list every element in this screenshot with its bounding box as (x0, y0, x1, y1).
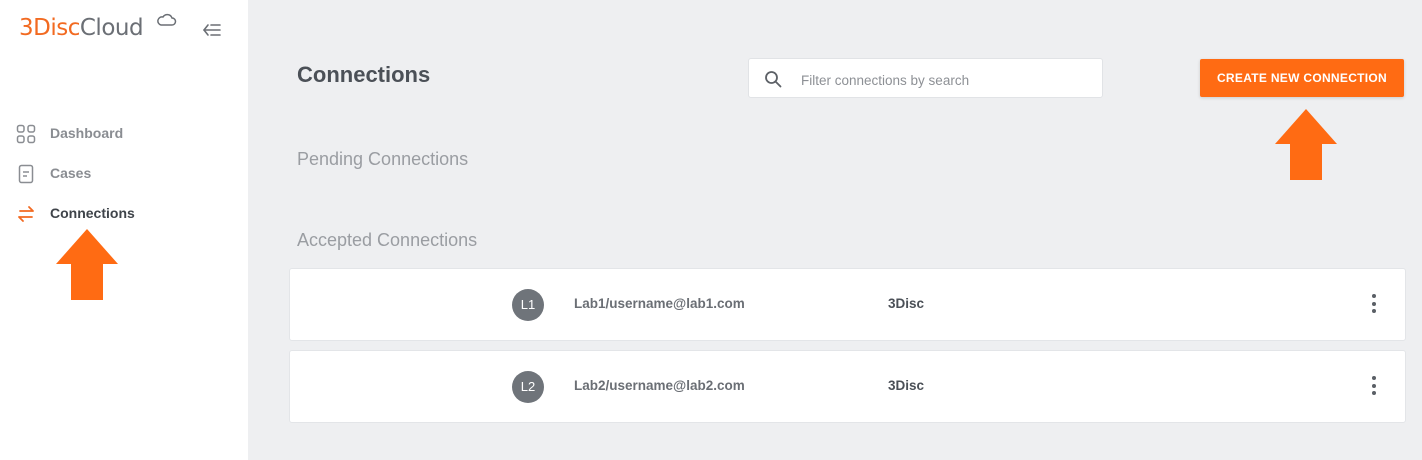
sidebar-item-label: Connections (50, 205, 135, 221)
logo-text-secondary: Cloud (79, 15, 144, 41)
connection-organization: 3Disc (888, 378, 925, 393)
sidebar-item-label: Dashboard (50, 125, 124, 141)
connection-user: Lab2/username@lab2.com (574, 378, 745, 393)
more-options-icon[interactable] (1370, 294, 1378, 316)
sidebar-item-connections[interactable]: Connections (0, 194, 248, 234)
accepted-connections-heading: Accepted Connections (297, 230, 478, 250)
connection-row[interactable]: L1 Lab1/username@lab1.com 3Disc (289, 268, 1406, 341)
connection-user: Lab1/username@lab1.com (574, 296, 745, 311)
search-input[interactable] (799, 69, 1093, 91)
sidebar-item-dashboard[interactable]: Dashboard (0, 114, 248, 154)
connection-row[interactable]: L2 Lab2/username@lab2.com 3Disc (289, 350, 1406, 423)
sidebar-nav: Dashboard Cases Connections (0, 114, 248, 234)
page-title: Connections (297, 62, 431, 87)
app-logo[interactable]: 3DiscCloud (19, 13, 177, 42)
more-options-icon[interactable] (1370, 376, 1378, 398)
pending-connections-heading: Pending Connections (297, 149, 469, 169)
sidebar-item-cases[interactable]: Cases (0, 154, 248, 194)
search-icon (765, 71, 782, 88)
logo-text-primary: 3Disc (19, 15, 80, 41)
connection-organization: 3Disc (888, 296, 925, 311)
avatar: L2 (512, 371, 544, 403)
pointer-arrow-create (1275, 109, 1337, 180)
search-box[interactable] (748, 58, 1103, 98)
swap-arrows-icon (18, 206, 34, 222)
dashboard-grid-icon (16, 124, 36, 144)
cloud-icon (157, 13, 177, 26)
collapse-sidebar-icon[interactable] (201, 20, 223, 40)
sidebar: 3DiscCloud Dashboard Cases Connections (0, 0, 248, 460)
create-new-connection-button[interactable]: CREATE NEW CONNECTION (1200, 59, 1404, 97)
sidebar-item-label: Cases (50, 165, 92, 181)
document-icon (18, 164, 34, 184)
pointer-arrow-sidebar (56, 229, 118, 300)
avatar: L1 (512, 289, 544, 321)
